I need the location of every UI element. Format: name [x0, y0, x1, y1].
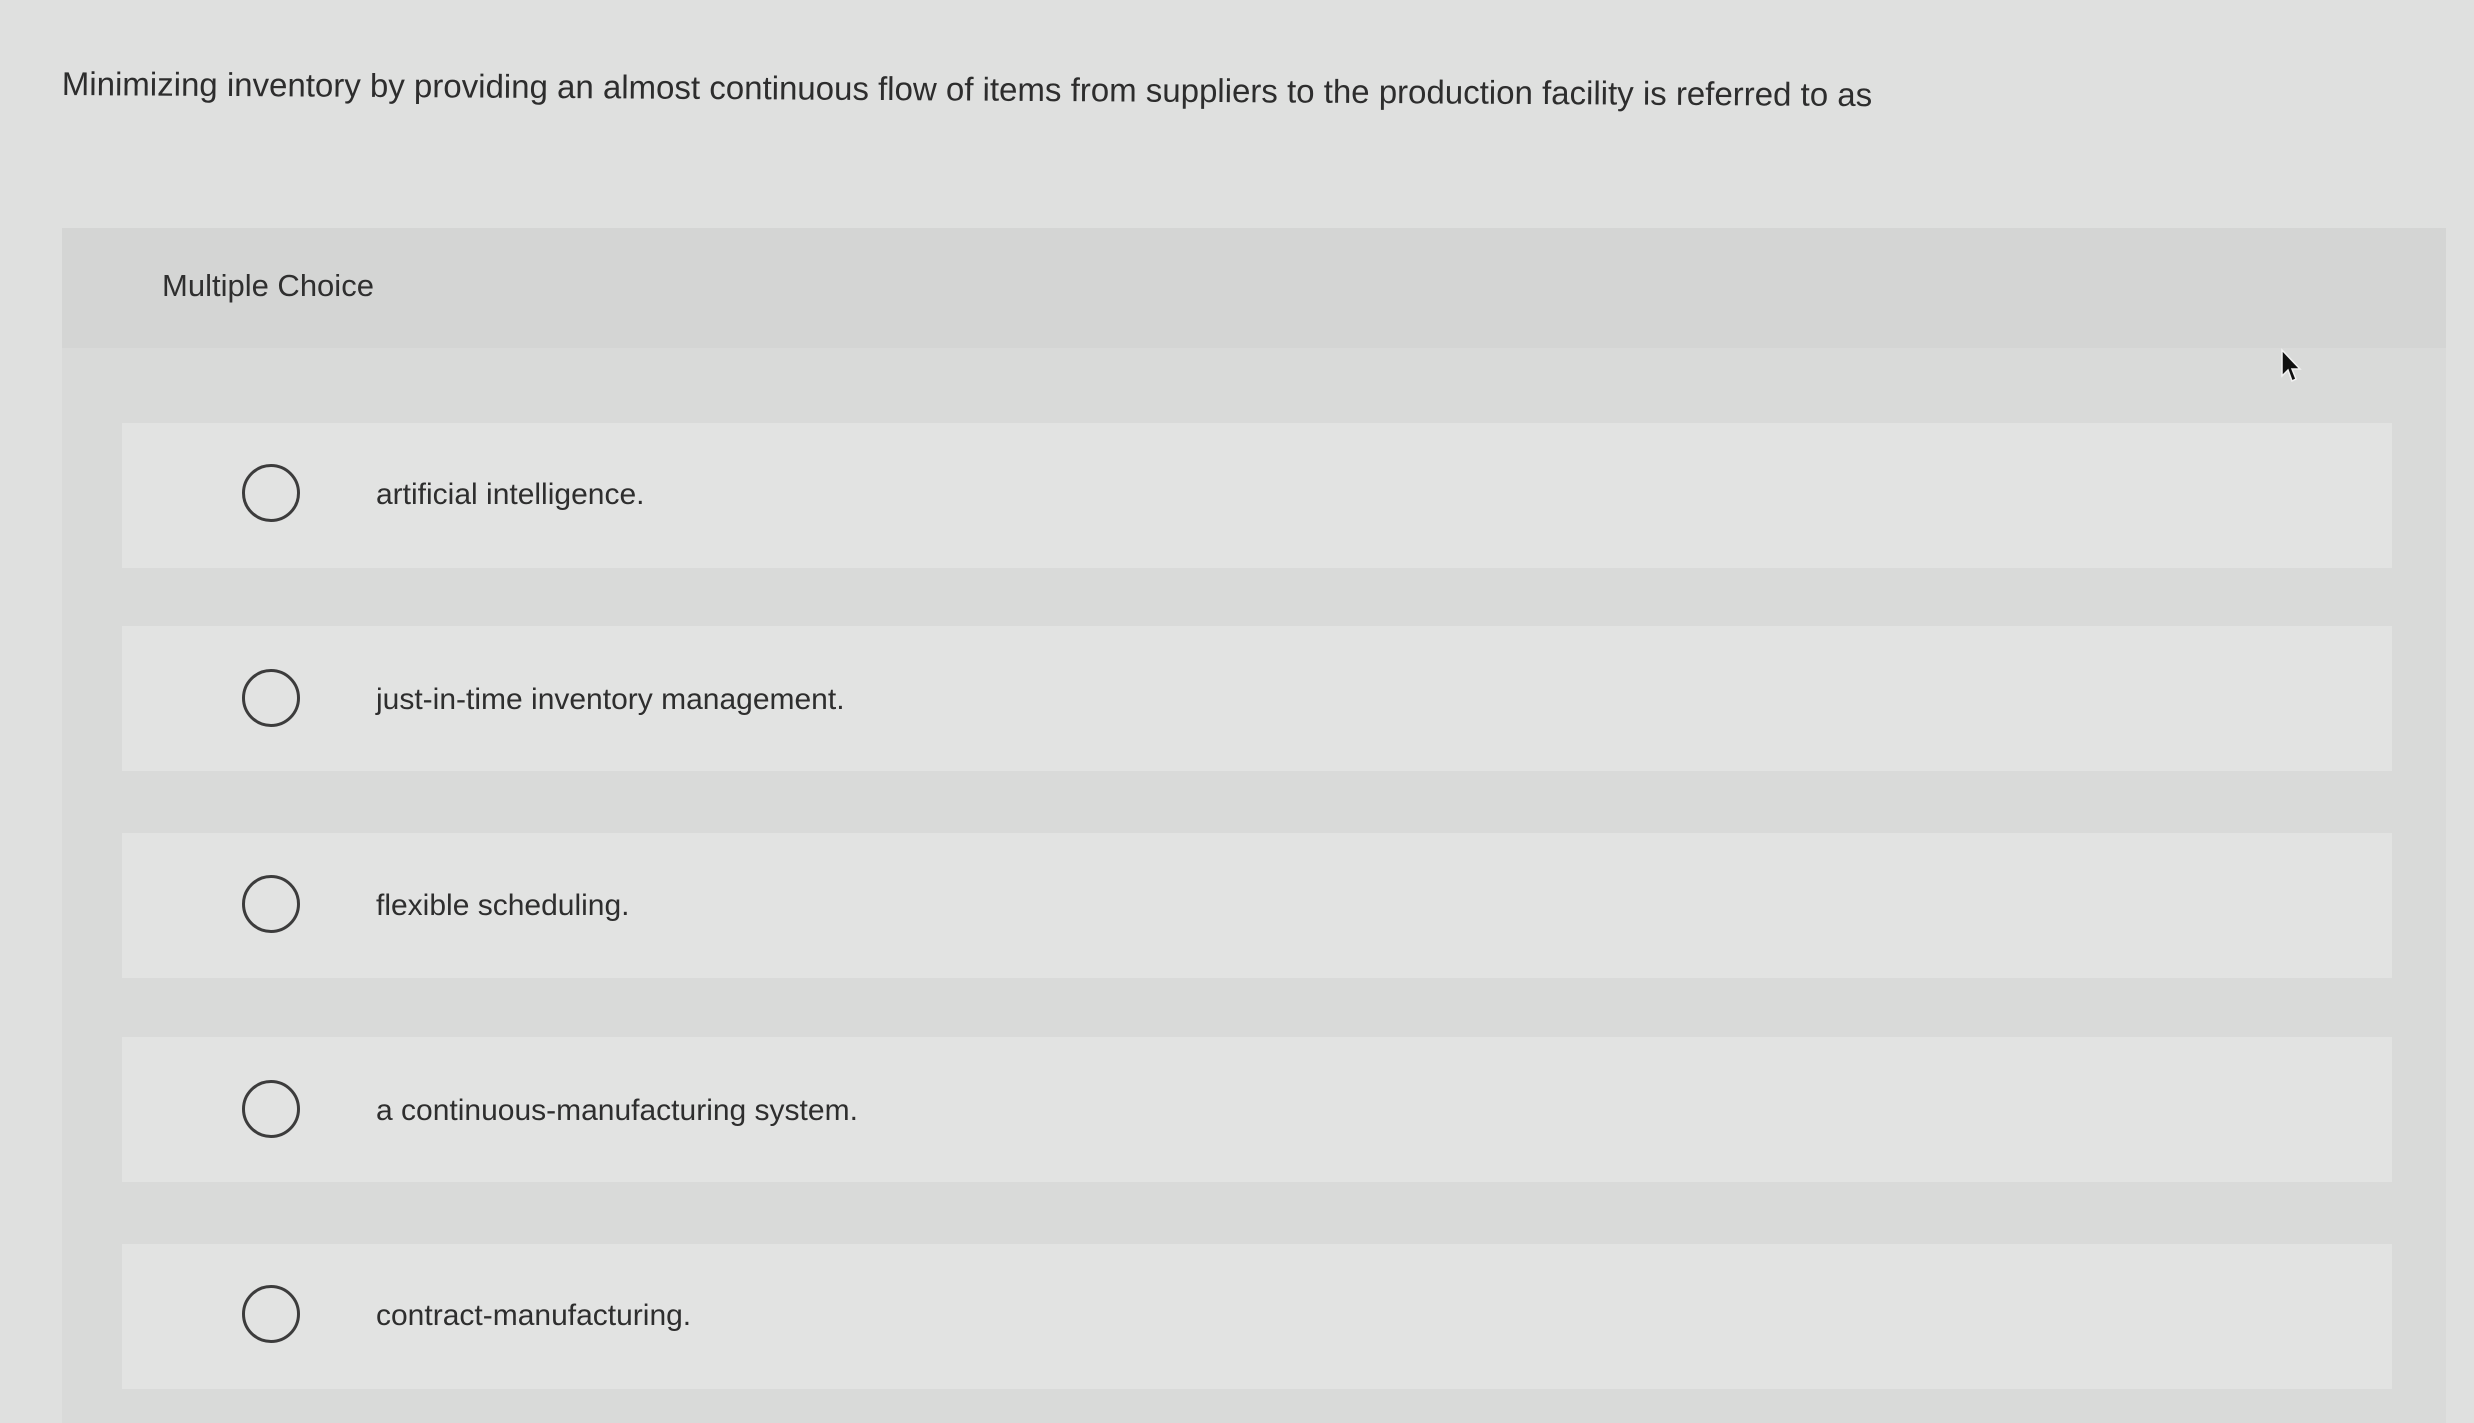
question-text: Minimizing inventory by providing an alm…: [61, 64, 1873, 114]
choice-label: just-in-time inventory management.: [376, 683, 845, 716]
multiple-choice-panel: Multiple Choice artificial intelligence.…: [62, 228, 2446, 1423]
radio-circle-icon[interactable]: [242, 1080, 300, 1138]
mouse-pointer-icon: [2281, 348, 2302, 383]
choice-option-5[interactable]: contract-manufacturing.: [122, 1244, 2392, 1389]
choice-label: a continuous-manufacturing system.: [376, 1094, 858, 1127]
radio-circle-icon[interactable]: [242, 875, 300, 933]
choice-label: artificial intelligence.: [376, 478, 645, 511]
radio-circle-icon[interactable]: [242, 464, 300, 522]
panel-title: Multiple Choice: [162, 268, 374, 303]
choice-option-4[interactable]: a continuous-manufacturing system.: [122, 1037, 2392, 1182]
choice-label: flexible scheduling.: [376, 889, 630, 922]
choice-option-1[interactable]: artificial intelligence.: [122, 423, 2392, 568]
choice-option-3[interactable]: flexible scheduling.: [122, 833, 2392, 978]
choice-label: contract-manufacturing.: [376, 1299, 692, 1332]
choice-option-2[interactable]: just-in-time inventory management.: [122, 626, 2392, 771]
radio-circle-icon[interactable]: [242, 669, 300, 727]
radio-circle-icon[interactable]: [242, 1285, 300, 1343]
panel-header: Multiple Choice: [62, 228, 2446, 348]
